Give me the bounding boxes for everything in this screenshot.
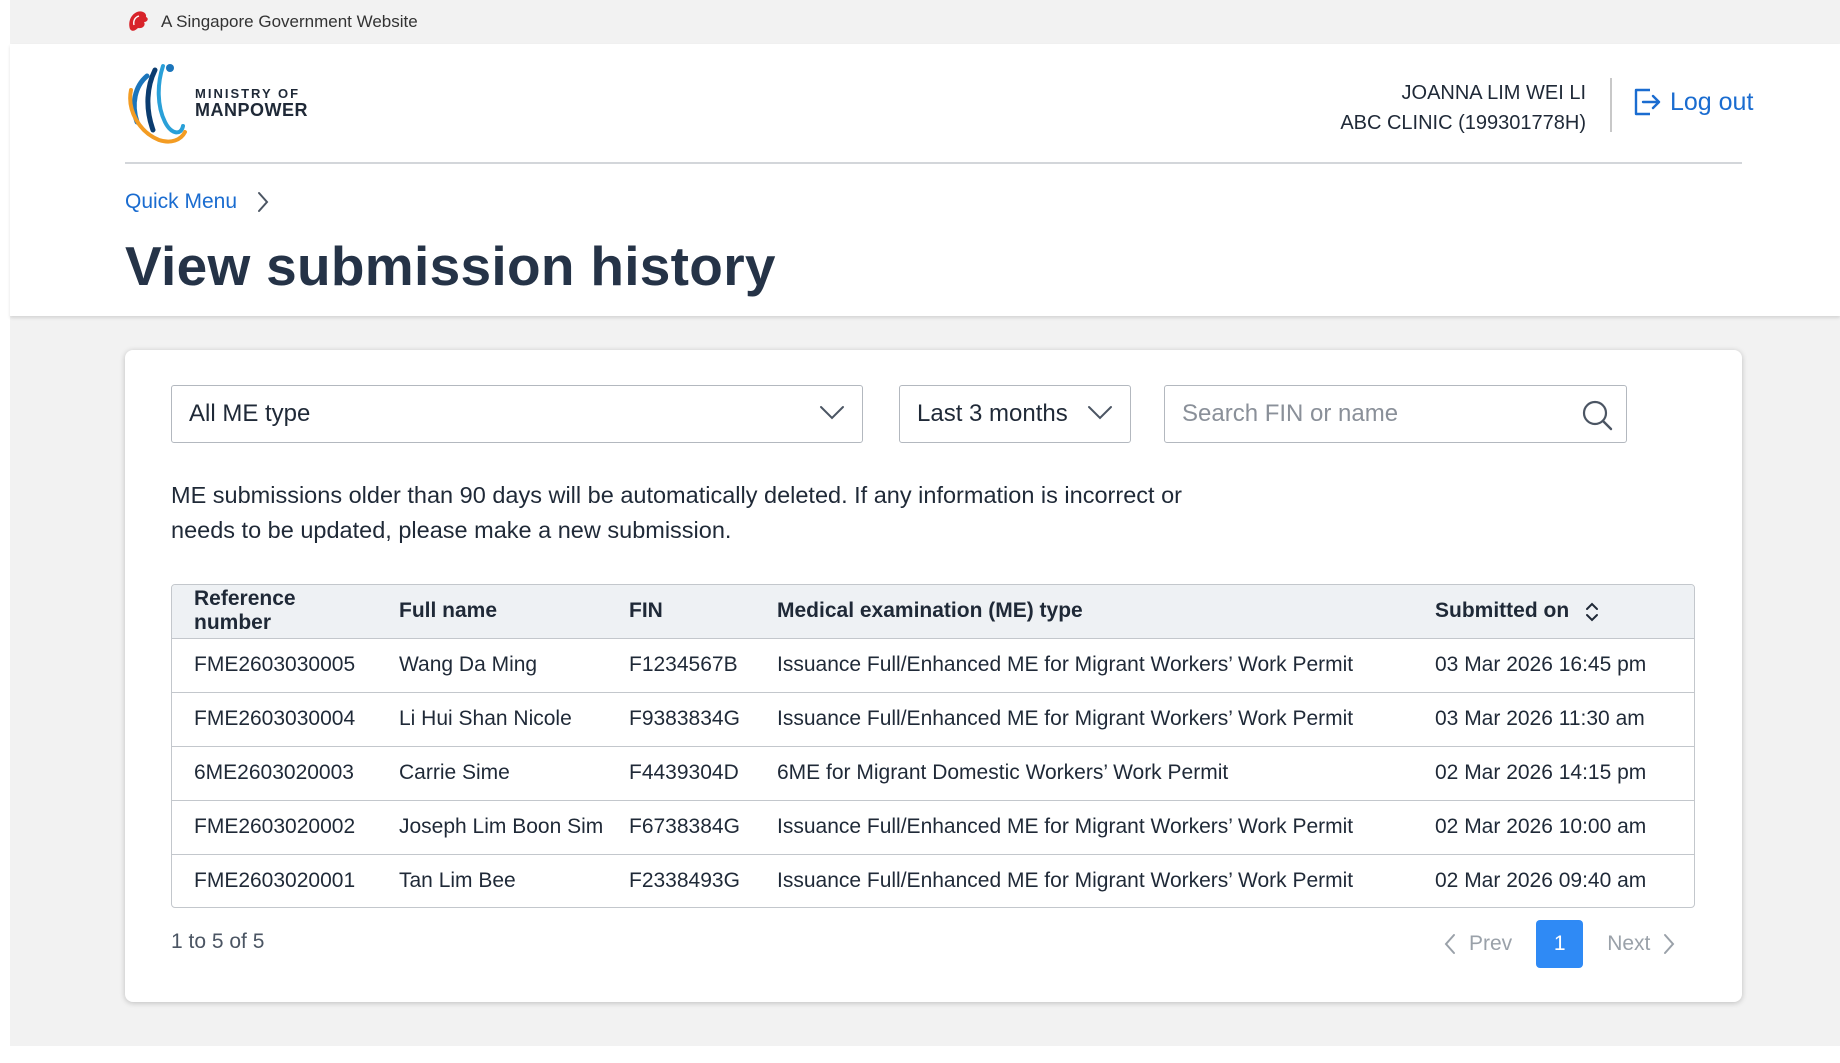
header-divider — [125, 162, 1742, 164]
cell-fin: F2338493G — [629, 869, 740, 893]
cell-me-type: Issuance Full/Enhanced ME for Migrant Wo… — [777, 815, 1354, 838]
cell-reference-number: FME2603020001 — [194, 869, 356, 893]
cell-submitted-on: 02 Mar 2026 10:00 am — [1435, 815, 1647, 838]
pagination: Prev 1 Next — [1443, 920, 1676, 968]
cell-me-type: Issuance Full/Enhanced ME for Migrant Wo… — [777, 869, 1354, 893]
period-value: Last 3 months — [917, 400, 1068, 427]
cell-me-type: 6ME for Migrant Domestic Workers’ Work P… — [777, 761, 1229, 784]
cell-fin: F6738384G — [629, 815, 740, 838]
cell-reference-number: 6ME2603020003 — [194, 761, 354, 784]
chevron-down-icon — [820, 406, 844, 420]
cell-full-name: Tan Lim Bee — [399, 869, 516, 893]
logo-line-1: MINISTRY OF — [195, 85, 301, 101]
header: MINISTRY OF MANPOWER JOANNA LIM WEI LI A… — [10, 44, 1840, 316]
header-full-name: Full name — [399, 599, 498, 623]
page: A Singapore Government Website MINISTRY … — [0, 0, 1840, 1063]
user-info: JOANNA LIM WEI LI ABC CLINIC (199301778H… — [1340, 78, 1586, 138]
cell-submitted-on: 03 Mar 2026 11:30 am — [1435, 707, 1645, 730]
logout-label: Log out — [1670, 87, 1754, 116]
table-row[interactable]: FME2603020002 Joseph Lim Boon Sim F67383… — [172, 800, 1694, 854]
cell-me-type: Issuance Full/Enhanced ME for Migrant Wo… — [777, 707, 1354, 730]
header-submitted-on[interactable]: Submitted on — [1413, 585, 1694, 638]
page-1-button[interactable]: 1 — [1536, 920, 1584, 968]
pagination-range: 1 to 5 of 5 — [171, 930, 265, 953]
gov-masthead: A Singapore Government Website — [10, 0, 1840, 44]
me-type-value: All ME type — [189, 400, 311, 427]
cell-fin: F9383834G — [629, 707, 740, 730]
search-placeholder: Search FIN or name — [1182, 400, 1399, 427]
cell-submitted-on: 02 Mar 2026 09:40 am — [1435, 869, 1647, 893]
submissions-table: Reference number Full name FIN Medical e… — [171, 584, 1695, 908]
user-name: JOANNA LIM WEI LI — [1401, 82, 1586, 104]
chevron-left-icon — [1444, 934, 1455, 954]
lion-head-icon — [129, 11, 148, 31]
table-row[interactable]: FME2603030005 Wang Da Ming F1234567B Iss… — [172, 638, 1694, 692]
breadcrumb-quick-menu[interactable]: Quick Menu — [125, 190, 237, 214]
chevron-right-icon — [258, 192, 269, 212]
table-row[interactable]: FME2603020001 Tan Lim Bee F2338493G Issu… — [172, 854, 1694, 907]
cell-submitted-on: 02 Mar 2026 14:15 pm — [1435, 761, 1647, 784]
cell-fin: F1234567B — [629, 653, 738, 676]
cell-full-name: Wang Da Ming — [399, 653, 538, 676]
cell-full-name: Joseph Lim Boon Sim — [399, 815, 604, 838]
prev-label: Prev — [1469, 932, 1513, 955]
user-divider — [1610, 78, 1612, 132]
prev-page-button[interactable]: Prev — [1443, 932, 1512, 956]
breadcrumb: Quick Menu — [125, 190, 271, 214]
mom-logo-text: MINISTRY OF MANPOWER — [195, 85, 308, 121]
user-org: ABC CLINIC (199301778H) — [1340, 112, 1586, 134]
next-page-button[interactable]: Next — [1607, 932, 1676, 956]
search-input[interactable]: Search FIN or name — [1164, 385, 1627, 443]
header-reference-number: Reference number — [194, 587, 296, 635]
cell-reference-number: FME2603030004 — [194, 707, 356, 730]
search-icon[interactable] — [1580, 398, 1614, 432]
logout-button[interactable]: Log out — [1632, 86, 1753, 118]
mom-logo-icon — [128, 64, 187, 144]
retention-notice: ME submissions older than 90 days will b… — [171, 482, 1182, 543]
table-header-row: Reference number Full name FIN Medical e… — [172, 585, 1694, 638]
mom-logo[interactable]: MINISTRY OF MANPOWER — [125, 60, 308, 148]
cell-full-name: Li Hui Shan Nicole — [399, 707, 572, 730]
header-submitted-on-label: Submitted on — [1435, 599, 1570, 623]
left-edge — [0, 0, 10, 1063]
next-label: Next — [1607, 932, 1651, 955]
page-title: View submission history — [125, 235, 776, 297]
cell-reference-number: FME2603030005 — [194, 653, 356, 676]
logo-line-2: MANPOWER — [195, 100, 308, 121]
chevron-right-icon — [1664, 934, 1675, 954]
logout-icon — [1634, 88, 1661, 116]
period-select[interactable]: Last 3 months — [899, 385, 1131, 443]
cell-full-name: Carrie Sime — [399, 761, 510, 784]
bottom-strip — [10, 1046, 1840, 1063]
me-type-select[interactable]: All ME type — [171, 385, 863, 443]
masthead-text: A Singapore Government Website — [161, 12, 418, 31]
cell-fin: F4439304D — [629, 761, 739, 784]
header-me-type: Medical examination (ME) type — [777, 599, 1083, 623]
header-fin: FIN — [629, 599, 663, 623]
cell-reference-number: FME2603020002 — [194, 815, 356, 838]
table-row[interactable]: FME2603030004 Li Hui Shan Nicole F938383… — [172, 692, 1694, 746]
table-row[interactable]: 6ME2603020003 Carrie Sime F4439304D 6ME … — [172, 746, 1694, 800]
submission-history-card: All ME type Last 3 months Search FIN or … — [125, 350, 1742, 1002]
chevron-down-icon — [1088, 406, 1112, 420]
sort-icon[interactable] — [1585, 601, 1599, 623]
cell-submitted-on: 03 Mar 2026 16:45 pm — [1435, 653, 1647, 676]
cell-me-type: Issuance Full/Enhanced ME for Migrant Wo… — [777, 653, 1354, 676]
